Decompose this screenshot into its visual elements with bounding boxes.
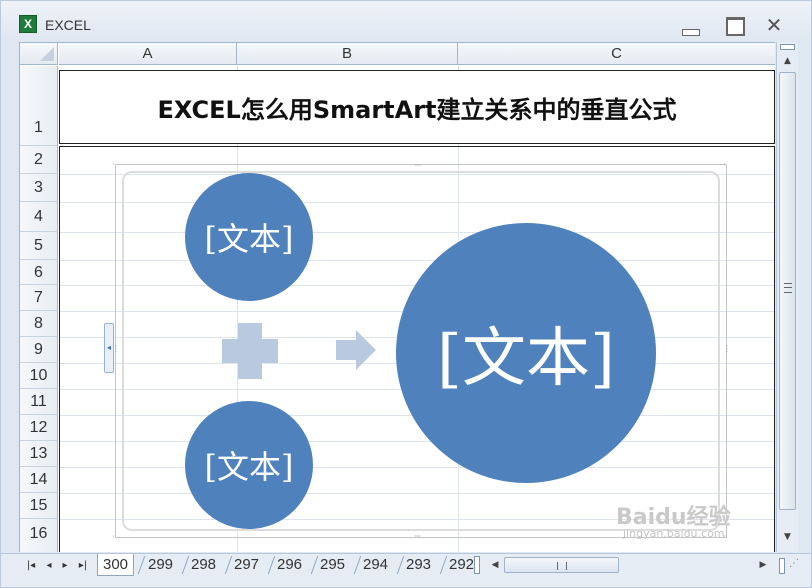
input-circle-bottom[interactable]: [文本] (185, 401, 313, 529)
close-button[interactable]: ✕ (763, 15, 785, 35)
horizontal-scroll-thumb[interactable] (504, 557, 619, 573)
row-header-2[interactable]: 2 (20, 146, 58, 174)
row-header-10[interactable]: 10 (20, 363, 58, 389)
row-header-6[interactable]: 6 (20, 260, 58, 285)
row-header-12[interactable]: 12 (20, 415, 58, 441)
last-sheet-icon[interactable]: ▸| (75, 558, 91, 574)
tab-split-handle[interactable] (474, 556, 480, 574)
worksheet-grid[interactable]: A B C 1 2 3 4 5 6 7 8 9 10 11 12 13 14 1… (19, 42, 775, 552)
scroll-left-icon[interactable]: ◀ (488, 558, 502, 572)
input-circle-top[interactable]: [文本] (185, 173, 313, 301)
row-header-5[interactable]: 5 (20, 232, 58, 260)
prev-sheet-icon[interactable]: ◂ (41, 558, 57, 574)
row-header-9[interactable]: 9 (20, 337, 58, 363)
sheet-tab[interactable]: 295 (315, 554, 350, 576)
excel-icon: X (19, 15, 37, 33)
minimize-button[interactable] (679, 15, 701, 36)
window-title: EXCEL (45, 17, 91, 33)
row-header-4[interactable]: 4 (20, 202, 58, 232)
split-box[interactable] (780, 44, 795, 50)
excel-window: X EXCEL ✕ A B C 1 2 3 4 5 6 7 8 9 10 11 … (0, 0, 812, 588)
row-header-3[interactable]: 3 (20, 174, 58, 202)
resize-handle-corner[interactable]: · (112, 161, 114, 169)
sheet-tab-active[interactable]: 300 (97, 554, 135, 576)
select-all-corner[interactable] (20, 43, 58, 65)
resize-handle-top[interactable]: ···· (414, 162, 421, 170)
resize-handle-corner[interactable]: · (723, 161, 725, 169)
sheet-tab[interactable]: 293 (401, 554, 436, 576)
scroll-down-icon[interactable]: ▼ (779, 530, 796, 544)
row-header-13[interactable]: 13 (20, 441, 58, 467)
column-header-a[interactable]: A (59, 43, 237, 65)
watermark-logo: Baidu经验 (616, 505, 731, 530)
smartart-graphic[interactable]: ···· ···· ⋮ ⋮ · · · · ◂ [文本] [文本] [文本] (104, 161, 731, 541)
row-header-15[interactable]: 15 (20, 493, 58, 519)
row-header-16[interactable]: 16 (20, 519, 58, 552)
grip-icon (557, 562, 567, 570)
sheet-tab[interactable]: 292 (444, 554, 474, 576)
first-sheet-icon[interactable]: |◂ (23, 558, 39, 574)
row-header-7[interactable]: 7 (20, 285, 58, 311)
next-sheet-icon[interactable]: ▸ (57, 558, 73, 574)
row-header-11[interactable]: 11 (20, 389, 58, 415)
sheet-tab[interactable]: 294 (358, 554, 393, 576)
horizontal-scrollbar[interactable]: ◀ ▶ (486, 554, 778, 576)
cell-area[interactable]: EXCEL怎么用SmartArt建立关系中的垂直公式 ···· ···· ⋮ ⋮… (59, 66, 775, 552)
title-bar: X EXCEL ✕ (1, 1, 811, 41)
column-header-c[interactable]: C (458, 43, 775, 65)
resize-grip-icon[interactable]: ⋰ (789, 558, 799, 569)
grip-icon (784, 283, 792, 293)
scroll-up-icon[interactable]: ▲ (779, 54, 796, 68)
resize-handle-right[interactable]: ⋮ (723, 345, 731, 353)
sheet-tab[interactable]: 296 (272, 554, 307, 576)
result-circle[interactable]: [文本] (396, 223, 656, 483)
column-header-b[interactable]: B (237, 43, 458, 65)
sheet-tab-bar: |◂ ◂ ▸ ▸| 300 299 298 297 296 295 294 29… (1, 527, 811, 587)
row-header-8[interactable]: 8 (20, 311, 58, 337)
row-header-1[interactable]: 1 (20, 66, 58, 146)
resize-handle-bottom[interactable]: ···· (414, 533, 421, 541)
vertical-scrollbar[interactable]: ▲ ▼ (776, 42, 798, 552)
resize-handle-corner[interactable]: · (112, 533, 114, 541)
merged-title-cell[interactable]: EXCEL怎么用SmartArt建立关系中的垂直公式 (59, 70, 775, 144)
sheet-tab[interactable]: 297 (229, 554, 264, 576)
sheet-tab[interactable]: 298 (186, 554, 221, 576)
arrow-right-icon[interactable] (334, 328, 378, 372)
text-pane-toggle[interactable]: ◂ (104, 323, 114, 373)
sheet-tab[interactable]: 299 (143, 554, 178, 576)
split-box[interactable] (779, 558, 785, 574)
scroll-right-icon[interactable]: ▶ (756, 558, 770, 572)
plus-icon-vertical[interactable] (238, 323, 262, 379)
row-header-14[interactable]: 14 (20, 467, 58, 493)
vertical-scroll-thumb[interactable] (779, 72, 796, 510)
maximize-button[interactable] (723, 15, 745, 36)
